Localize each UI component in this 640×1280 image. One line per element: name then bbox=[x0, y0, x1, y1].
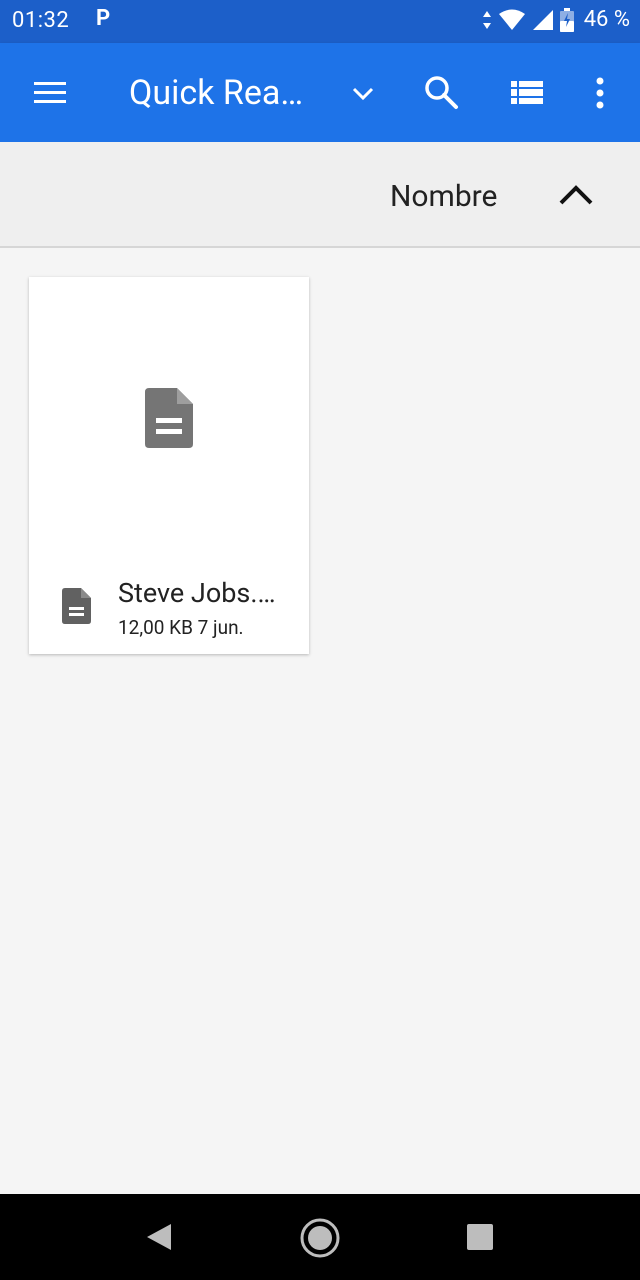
status-bar: 01:32 P 46 % bbox=[0, 0, 640, 43]
sort-bar: Nombre bbox=[0, 142, 640, 248]
status-time: 01:32 bbox=[12, 8, 70, 33]
file-size: 12,00 KB bbox=[118, 616, 193, 639]
search-button[interactable] bbox=[420, 71, 464, 115]
home-icon[interactable] bbox=[299, 1217, 341, 1259]
status-icons: 46 % bbox=[482, 7, 630, 32]
more-vert-icon bbox=[596, 77, 604, 109]
file-card[interactable]: Steve Jobs.… 12,00 KB 7 jun. bbox=[29, 277, 309, 654]
file-name: Steve Jobs.… bbox=[118, 577, 276, 609]
chevron-up-icon bbox=[559, 185, 593, 205]
chevron-down-icon bbox=[352, 87, 374, 101]
document-thumbnail-icon bbox=[145, 388, 195, 452]
app-bar: Quick Rea… bbox=[0, 43, 640, 142]
battery-percentage: 46 % bbox=[583, 7, 630, 32]
signal-icon bbox=[532, 9, 553, 30]
search-icon bbox=[425, 76, 458, 109]
sort-direction-button[interactable] bbox=[554, 178, 598, 214]
recent-apps-icon[interactable] bbox=[466, 1223, 494, 1251]
file-date: 7 jun. bbox=[197, 616, 244, 639]
back-icon[interactable] bbox=[145, 1222, 173, 1252]
sort-by-name-label[interactable]: Nombre bbox=[390, 179, 497, 214]
parking-notification-icon: P bbox=[96, 6, 111, 31]
list-view-button[interactable] bbox=[505, 73, 549, 113]
hamburger-menu-icon bbox=[34, 82, 66, 103]
view-list-icon bbox=[511, 81, 543, 104]
app-title[interactable]: Quick Rea… bbox=[129, 73, 303, 113]
more-options-button[interactable] bbox=[585, 71, 615, 115]
document-icon bbox=[62, 588, 92, 628]
system-nav-bar bbox=[0, 1194, 640, 1280]
menu-button[interactable] bbox=[26, 73, 74, 113]
file-meta: 12,00 KB 7 jun. bbox=[118, 616, 244, 639]
wifi-icon bbox=[498, 9, 525, 30]
battery-icon bbox=[559, 7, 574, 32]
title-dropdown-button[interactable] bbox=[345, 75, 381, 111]
data-transfer-icon bbox=[482, 10, 491, 29]
